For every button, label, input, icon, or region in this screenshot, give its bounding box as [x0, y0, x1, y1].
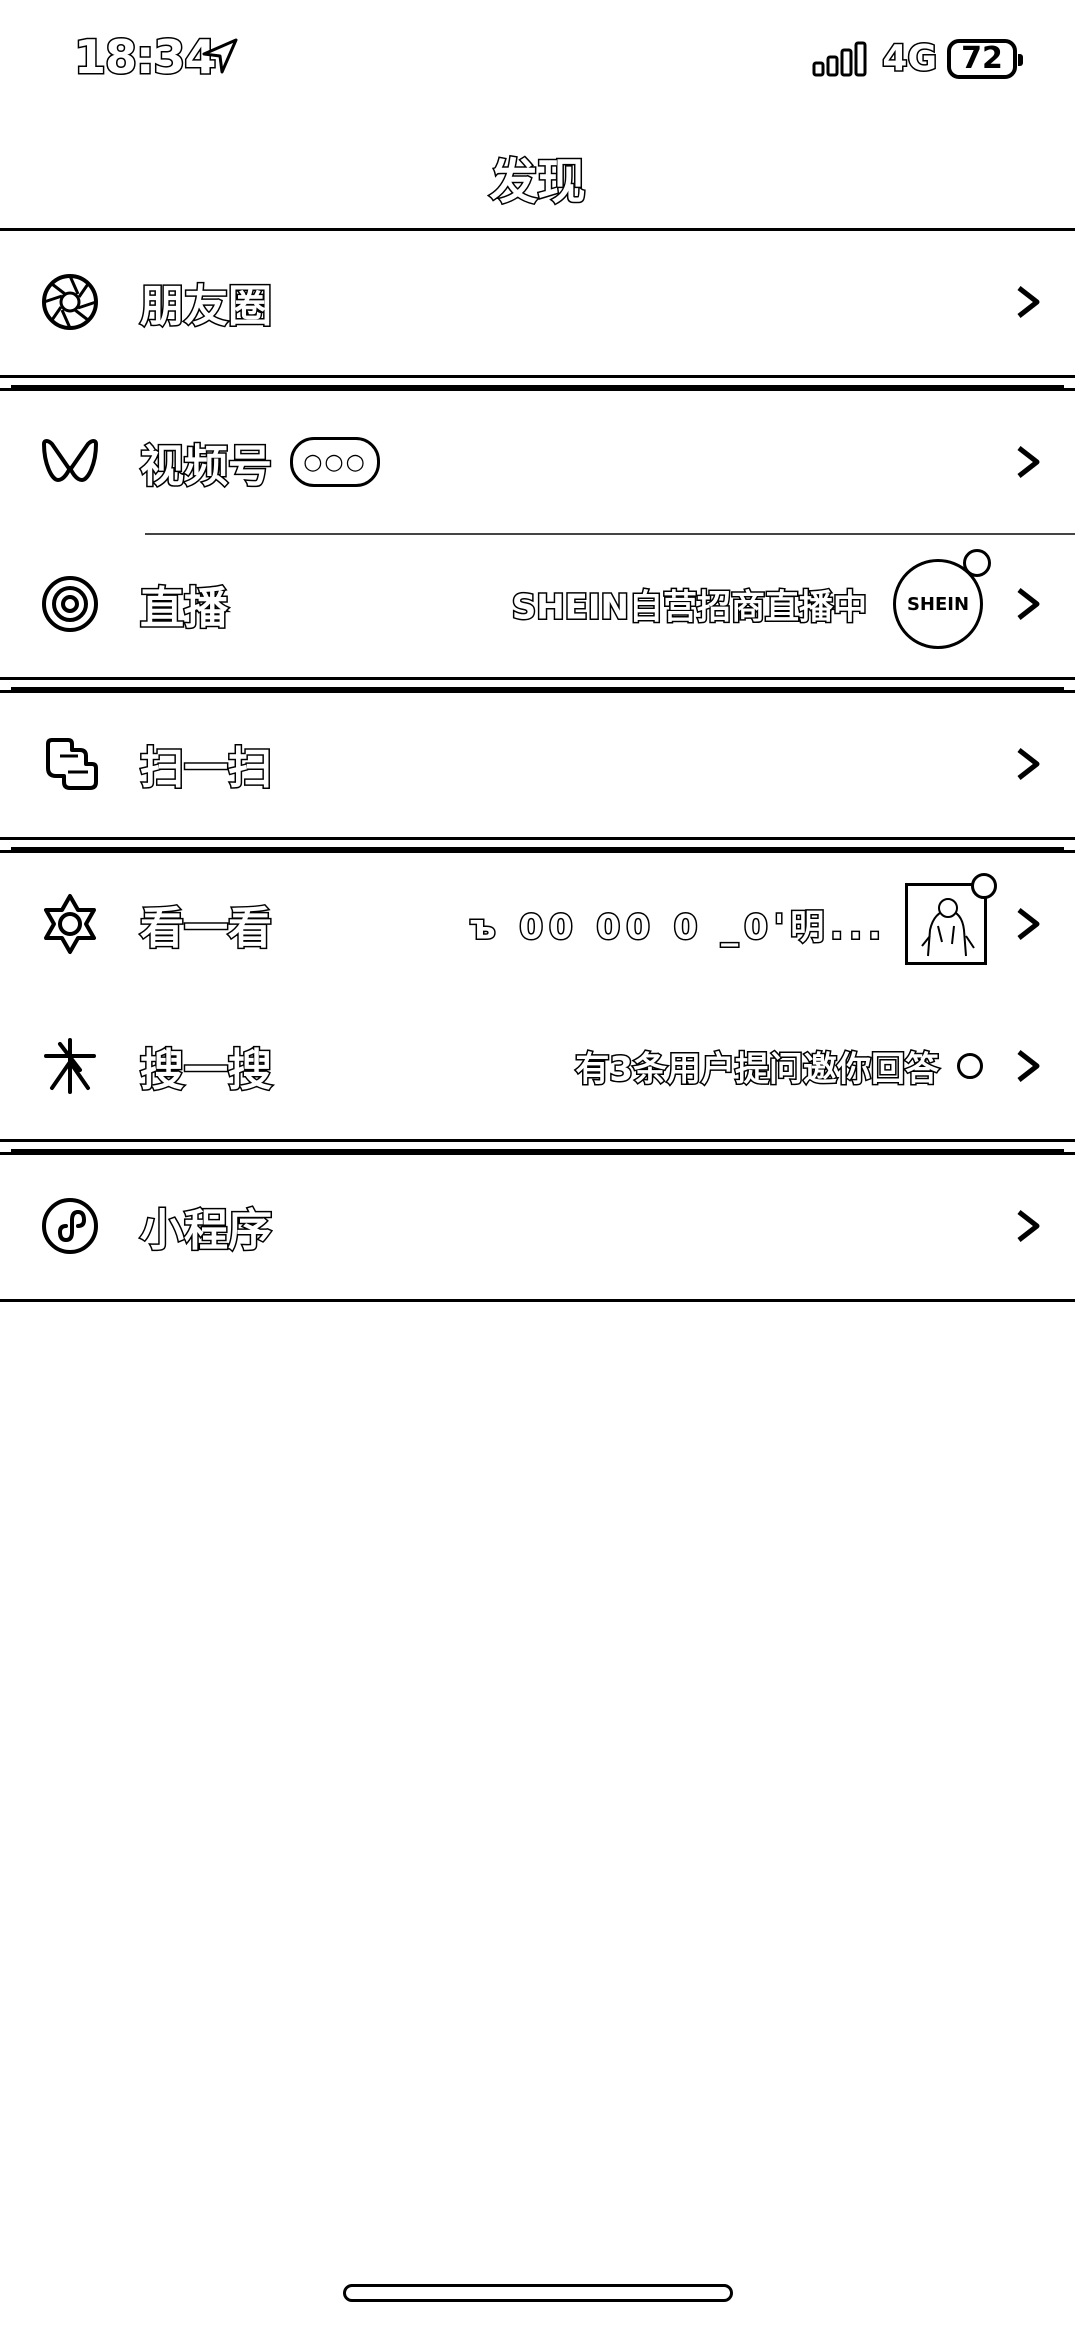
flower-icon [44, 894, 96, 954]
menu-item-mini-programs[interactable]: 小程序 [0, 1155, 1075, 1297]
section-scan: 扫一扫 [0, 690, 1075, 840]
menu-item-live[interactable]: 直播 SHEIN自营招商直播中 SHEIN [0, 533, 1075, 675]
section-stories-search: 看一看 ъ 00 00 0 _0'明... 搜一搜 有3条用户提问邀你回答 [0, 850, 1075, 1142]
search-subtitle: 有3条用户提问邀你回答 [574, 1048, 941, 1091]
menu-item-moments[interactable]: 朋友圈 [0, 231, 1075, 373]
menu-item-scan[interactable]: 扫一扫 [0, 693, 1075, 835]
location-arrow-icon [202, 38, 238, 74]
thumbnail-image [908, 886, 984, 962]
battery-icon: 72 [947, 38, 1023, 79]
star-search-icon [44, 1038, 96, 1094]
aperture-icon [42, 274, 98, 330]
status-bar: 18:34 4G 72 [0, 0, 1075, 120]
signal-icon [812, 41, 867, 76]
chevron-right-icon [1017, 1210, 1040, 1242]
live-subtitle: SHEIN自营招商直播中 [510, 586, 868, 629]
network-label: 4G [881, 37, 939, 81]
menu-item-channels[interactable]: 视频号 ○○○ [0, 391, 1075, 533]
channels-badge: ○○○ [290, 437, 380, 487]
top-stories-notification-dot [971, 873, 997, 899]
menu-label-moments: 朋友圈 [139, 280, 274, 334]
chevron-right-icon [1017, 446, 1040, 478]
menu-label-top-stories: 看一看 [139, 902, 274, 956]
menu-item-top-stories[interactable]: 看一看 ъ 00 00 0 _0'明... [0, 853, 1075, 995]
chevron-right-icon [1017, 748, 1040, 780]
menu-label-search: 搜一搜 [139, 1044, 274, 1098]
menu-label-channels: 视频号 [139, 440, 274, 494]
status-time: 18:34 [72, 29, 217, 86]
chevron-right-icon [1017, 1050, 1040, 1082]
menu-label-scan: 扫一扫 [139, 742, 274, 796]
section-mini-programs: 小程序 [0, 1152, 1075, 1302]
butterfly-icon [42, 439, 98, 482]
chevron-right-icon [1017, 908, 1040, 940]
section-moments: 朋友圈 [0, 228, 1075, 378]
scan-icon [46, 738, 98, 790]
menu-item-search[interactable]: 搜一搜 有3条用户提问邀你回答 [0, 995, 1075, 1137]
top-stories-subtitle: ъ 00 00 0 _0'明... [469, 906, 887, 949]
status-indicators: 4G 72 [812, 37, 1023, 81]
menu-label-live: 直播 [139, 582, 230, 636]
live-notification-dot [963, 549, 991, 577]
chevron-right-icon [1017, 286, 1040, 318]
home-indicator[interactable] [343, 2284, 733, 2302]
battery-level: 72 [961, 41, 1003, 76]
menu-label-mini-programs: 小程序 [139, 1204, 274, 1258]
concentric-circle-icon [42, 576, 98, 632]
chevron-right-icon [1017, 588, 1040, 620]
section-channels-live: 视频号 ○○○ 直播 SHEIN自营招商直播中 SHEIN [0, 388, 1075, 680]
page-title: 发现 [488, 153, 587, 212]
mini-program-icon [42, 1198, 98, 1254]
live-avatar-text: SHEIN [906, 593, 970, 615]
search-notification-dot [957, 1053, 983, 1079]
